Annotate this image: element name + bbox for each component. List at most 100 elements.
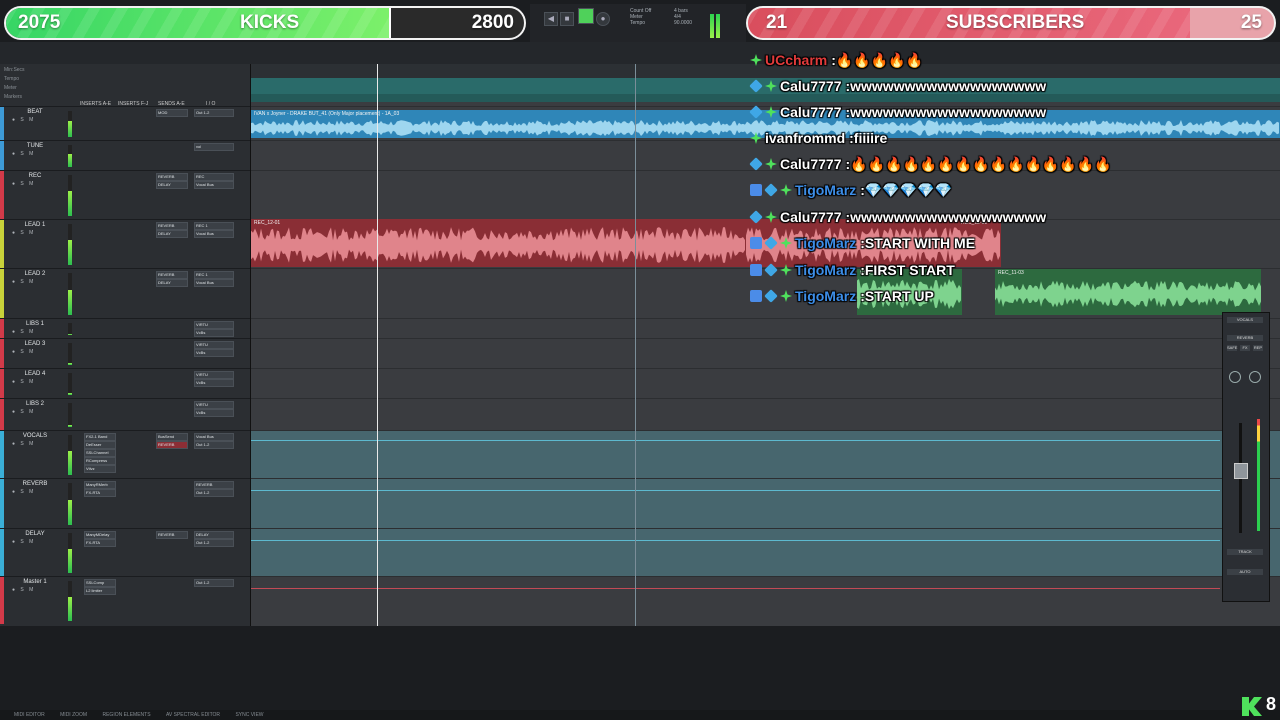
track-name[interactable]: LEAD 4 bbox=[10, 371, 60, 377]
insert-slot[interactable]: SSLComp bbox=[84, 579, 116, 587]
io-slot[interactable]: VIRTU bbox=[194, 321, 234, 329]
track-row[interactable]: LEAD 4 ● S M VIRTU VcBs bbox=[0, 368, 250, 398]
track-buttons[interactable]: ● S M bbox=[12, 379, 35, 385]
io-slot[interactable]: VcBs bbox=[194, 379, 234, 387]
track-lane[interactable] bbox=[251, 478, 1280, 529]
track-name[interactable]: LEAD 2 bbox=[10, 271, 60, 277]
io-slot[interactable]: DELAY bbox=[194, 531, 234, 539]
send-slot[interactable]: REVERB bbox=[156, 271, 188, 279]
tab-spectral-editor[interactable]: AV SPECTRAL EDITOR bbox=[166, 712, 220, 718]
track-buttons[interactable]: ● S M bbox=[12, 489, 35, 495]
insert-slot[interactable]: L2 limiter bbox=[84, 587, 116, 595]
fx-button[interactable]: FX bbox=[1240, 345, 1250, 351]
stop-button[interactable]: ■ bbox=[560, 12, 574, 26]
track-row[interactable]: DELAY ● S M ManyMDelay FX-RTA REVERB DELAY Out… bbox=[0, 528, 250, 576]
send-slot[interactable]: BusSend bbox=[156, 433, 188, 441]
insert-slot[interactable]: ManyMDelay bbox=[84, 531, 116, 539]
io-slot[interactable]: VcBs bbox=[194, 349, 234, 357]
track-buttons[interactable]: ● S M bbox=[12, 181, 35, 187]
io-slot[interactable]: REC 1 bbox=[194, 271, 234, 279]
track-name[interactable]: LIBS 2 bbox=[10, 401, 60, 407]
track-lane[interactable] bbox=[251, 576, 1280, 625]
rep-button[interactable]: REP bbox=[1253, 345, 1263, 351]
track-name[interactable]: LIBS 1 bbox=[10, 321, 60, 327]
track-lane[interactable] bbox=[251, 398, 1280, 431]
track-name[interactable]: Master 1 bbox=[10, 579, 60, 585]
io-slot[interactable]: REVERB bbox=[194, 481, 234, 489]
track-name[interactable]: LEAD 1 bbox=[10, 222, 60, 228]
track-lane[interactable] bbox=[251, 528, 1280, 577]
track-row[interactable]: LIBS 2 ● S M VIRTU VcBs bbox=[0, 398, 250, 430]
mixer-send-name[interactable]: REVERB bbox=[1227, 335, 1263, 341]
track-buttons[interactable]: ● S M bbox=[12, 441, 35, 447]
send-slot[interactable]: REVERB bbox=[156, 531, 188, 539]
track-name[interactable]: REC bbox=[10, 173, 60, 179]
send-slot[interactable]: DELAY bbox=[156, 181, 188, 189]
tab-sync-view[interactable]: SYNC VIEW bbox=[235, 712, 263, 718]
track-buttons[interactable]: ● S M bbox=[12, 329, 35, 335]
track-row[interactable]: BEAT ● S M MOD Out 1-2 bbox=[0, 106, 250, 140]
send-slot[interactable]: REVERB bbox=[156, 441, 188, 449]
pan-left-knob[interactable] bbox=[1229, 371, 1241, 383]
rec-clip-1[interactable]: REC_12-01 bbox=[251, 219, 746, 267]
io-slot[interactable]: REC bbox=[194, 173, 234, 181]
chat-username[interactable]: Calu7777 bbox=[780, 209, 841, 225]
rewind-button[interactable]: ◀ bbox=[544, 12, 558, 26]
chat-username[interactable]: Calu7777 bbox=[780, 78, 841, 94]
io-slot[interactable]: vol bbox=[194, 143, 234, 151]
track-buttons[interactable]: ● S M bbox=[12, 349, 35, 355]
track-row[interactable]: LIBS 1 ● S M VIRTU VcBs bbox=[0, 318, 250, 338]
floating-channel-strip[interactable]: VOCALS REVERB SAFE FX REP TRACK AUTO bbox=[1222, 312, 1270, 602]
track-name[interactable]: BEAT bbox=[10, 109, 60, 115]
chat-username[interactable]: TigoMarz bbox=[795, 288, 856, 304]
io-slot[interactable]: REC 1 bbox=[194, 222, 234, 230]
play-button[interactable] bbox=[578, 8, 594, 24]
tab-region-elements[interactable]: REGION ELEMENTS bbox=[102, 712, 150, 718]
track-name[interactable]: REVERB bbox=[10, 481, 60, 487]
playhead[interactable] bbox=[377, 64, 378, 626]
track-row[interactable]: VOCALS ● S M FX2-1 Band DeEsser SSLChannel RC… bbox=[0, 430, 250, 478]
insert-slot[interactable]: ManyRMerb bbox=[84, 481, 116, 489]
track-row[interactable]: LEAD 1 ● S M REVERB DELAY REC 1 Vocal Bus bbox=[0, 219, 250, 268]
track-buttons[interactable]: ● S M bbox=[12, 587, 35, 593]
insert-slot[interactable]: Vtlvz bbox=[84, 465, 116, 473]
track-lane[interactable] bbox=[251, 368, 1280, 399]
io-slot[interactable]: Vocal Bus bbox=[194, 181, 234, 189]
tab-midi-zoom[interactable]: MIDI ZOOM bbox=[60, 712, 87, 718]
insert-slot[interactable]: RCompress bbox=[84, 457, 116, 465]
track-row[interactable]: REVERB ● S M ManyRMerb FX-RTA REVERB Out 1-2 bbox=[0, 478, 250, 528]
track-name[interactable]: DELAY bbox=[10, 531, 60, 537]
chat-username[interactable]: UCcharm bbox=[765, 52, 827, 68]
chat-username[interactable]: ivanfrommd bbox=[765, 130, 845, 146]
io-slot[interactable]: Vocal Bus bbox=[194, 230, 234, 238]
chat-username[interactable]: TigoMarz bbox=[795, 182, 856, 198]
track-lane[interactable] bbox=[251, 318, 1280, 339]
chat-username[interactable]: Calu7777 bbox=[780, 104, 841, 120]
track-row[interactable]: LEAD 2 ● S M REVERB DELAY REC 1 Vocal Bus bbox=[0, 268, 250, 318]
track-row[interactable]: LEAD 3 ● S M VIRTU VcBs bbox=[0, 338, 250, 368]
pan-right-knob[interactable] bbox=[1249, 371, 1261, 383]
track-buttons[interactable]: ● S M bbox=[12, 539, 35, 545]
chat-username[interactable]: Calu7777 bbox=[780, 156, 841, 172]
lead-clip-2[interactable]: REC_11-03 bbox=[995, 269, 1261, 315]
track-buttons[interactable]: ● S M bbox=[12, 151, 35, 157]
insert-slot[interactable]: SSLChannel bbox=[84, 449, 116, 457]
io-slot[interactable]: Vocal Bus bbox=[194, 433, 234, 441]
edit-cursor[interactable] bbox=[635, 64, 636, 626]
track-lane[interactable] bbox=[251, 338, 1280, 369]
record-button[interactable]: ● bbox=[596, 12, 610, 26]
insert-slot[interactable]: FX-RTA bbox=[84, 489, 116, 497]
io-slot[interactable]: Out 1-2 bbox=[194, 109, 234, 117]
io-slot[interactable]: Out 1-2 bbox=[194, 579, 234, 587]
track-buttons[interactable]: ● S M bbox=[12, 279, 35, 285]
io-slot[interactable]: Out 1-2 bbox=[194, 489, 234, 497]
safe-button[interactable]: SAFE bbox=[1227, 345, 1237, 351]
insert-slot[interactable]: FX-RTA bbox=[84, 539, 116, 547]
track-buttons[interactable]: ● S M bbox=[12, 409, 35, 415]
send-slot[interactable]: DELAY bbox=[156, 230, 188, 238]
io-slot[interactable]: Out 1-2 bbox=[194, 441, 234, 449]
track-lane[interactable] bbox=[251, 430, 1280, 479]
track-name[interactable]: LEAD 3 bbox=[10, 341, 60, 347]
insert-slot[interactable]: FX2-1 Band bbox=[84, 433, 116, 441]
track-name[interactable]: VOCALS bbox=[10, 433, 60, 439]
